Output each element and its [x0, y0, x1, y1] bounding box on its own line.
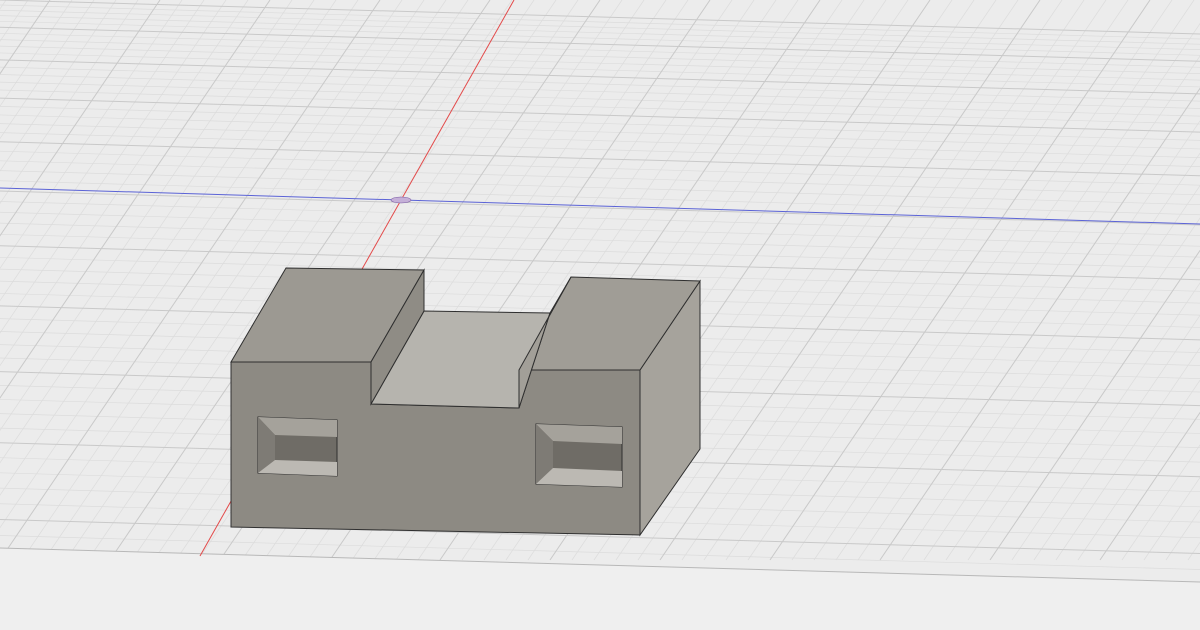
scene-canvas[interactable]: [0, 0, 1200, 630]
origin-point[interactable]: [390, 196, 412, 204]
3d-viewport[interactable]: [0, 0, 1200, 630]
